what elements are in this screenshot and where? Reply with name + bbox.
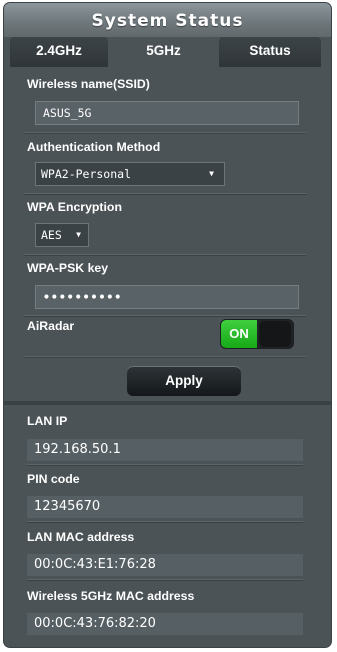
wireless-mac-label: Wireless 5GHz MAC address bbox=[27, 589, 195, 603]
divider-line bbox=[27, 464, 303, 466]
tab-5ghz[interactable]: 5GHz bbox=[115, 37, 212, 67]
divider-line bbox=[27, 521, 303, 523]
pin-code-label: PIN code bbox=[27, 472, 80, 486]
toggle-knob bbox=[259, 321, 291, 347]
divider-line bbox=[24, 132, 306, 134]
chevron-down-icon: ▼ bbox=[209, 169, 214, 178]
ssid-input[interactable]: ASUS_5G bbox=[35, 101, 299, 125]
apply-button[interactable]: Apply bbox=[127, 366, 241, 396]
lan-mac-label: LAN MAC address bbox=[27, 530, 135, 544]
wpa-encryption-label: WPA Encryption bbox=[27, 200, 122, 214]
wpa-psk-key-label: WPA-PSK key bbox=[27, 261, 109, 275]
wireless-mac-value: 00:0C:43:76:82:20 bbox=[27, 613, 303, 635]
lan-mac-value: 00:0C:43:E1:76:28 bbox=[27, 554, 303, 576]
tab-2-4ghz[interactable]: 2.4GHz bbox=[10, 37, 108, 67]
tab-bar: 2.4GHz 5GHz Status bbox=[10, 37, 321, 67]
wpa-psk-key-input[interactable]: •••••••••• bbox=[35, 285, 299, 309]
auth-method-label: Authentication Method bbox=[27, 140, 161, 154]
divider-line bbox=[24, 254, 306, 256]
auth-method-select[interactable]: WPA2-Personal ▼ bbox=[35, 162, 225, 186]
tab-status[interactable]: Status bbox=[219, 37, 321, 67]
ssid-label: Wireless name(SSID) bbox=[27, 77, 150, 91]
auth-method-value: WPA2-Personal bbox=[41, 167, 132, 181]
divider-line bbox=[24, 193, 306, 195]
airadar-toggle[interactable]: ON bbox=[220, 319, 294, 349]
lan-ip-value: 192.168.50.1 bbox=[27, 439, 303, 461]
pin-code-value: 12345670 bbox=[27, 496, 303, 518]
airadar-label: AiRadar bbox=[27, 319, 75, 333]
section-divider bbox=[4, 401, 331, 405]
wpa-encryption-value: AES bbox=[41, 228, 62, 242]
panel-title: System Status bbox=[4, 3, 331, 37]
chevron-down-icon: ▼ bbox=[76, 230, 81, 239]
divider-line bbox=[27, 579, 303, 581]
divider-line bbox=[24, 315, 306, 317]
wpa-encryption-select[interactable]: AES ▼ bbox=[35, 223, 89, 247]
lan-ip-label: LAN IP bbox=[27, 414, 68, 428]
toggle-on-label: ON bbox=[221, 320, 257, 348]
divider-line bbox=[24, 356, 306, 358]
